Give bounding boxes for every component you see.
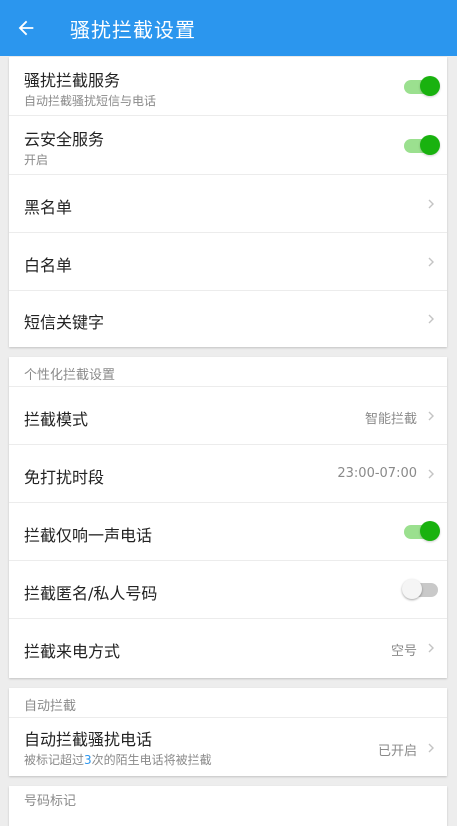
chevron-right-icon [428,643,434,653]
chevron-right-icon [428,743,434,753]
section-label: 自动拦截 [24,699,77,714]
auto-intercept-card: 自动拦截 自动拦截骚扰电话 被标记超过3次的陌生电话将被拦截 已开启 [9,688,447,776]
intercept-mode-row[interactable]: 拦截模式 智能拦截 [9,387,447,445]
row-title: 自动拦截骚扰电话 [24,730,153,749]
row-subtitle: 开启 [24,153,49,167]
row-value: 已开启 [377,744,417,759]
one-ring-call-row[interactable]: 拦截仅响一声电话 [9,503,447,561]
row-title: 拦截来电方式 [24,642,121,661]
chevron-right-icon [428,469,434,479]
toggle-knob [420,76,440,96]
cloud-security-row[interactable]: 云安全服务 开启 [9,116,447,175]
chevron-right-icon [428,199,434,209]
anonymous-number-toggle[interactable] [402,579,438,599]
row-value: 空号 [390,644,417,659]
section-header: 自动拦截 [9,688,447,718]
number-mark-card: 号码标记 [9,786,447,826]
blacklist-row[interactable]: 黑名单 [9,175,447,233]
incoming-call-method-row[interactable]: 拦截来电方式 空号 [9,619,447,677]
anonymous-number-row[interactable]: 拦截匿名/私人号码 [9,561,447,619]
chevron-right-icon [428,314,434,324]
row-title: 云安全服务 [24,130,105,149]
page-title: 骚扰拦截设置 [70,17,196,42]
subtitle-prefix: 被标记超过 [24,753,85,767]
back-button[interactable] [0,0,52,56]
chevron-right-icon [428,411,434,421]
section-label: 个性化拦截设置 [24,368,116,383]
chevron-right-icon [428,257,434,267]
arrow-back-icon [18,20,34,36]
one-ring-call-toggle[interactable] [404,521,440,541]
toggle-knob [402,579,422,599]
section-header: 个性化拦截设置 [9,357,447,387]
row-value: 智能拦截 [364,412,417,427]
row-title: 骚扰拦截服务 [24,71,121,90]
cloud-security-toggle[interactable] [404,135,440,155]
row-title: 白名单 [24,256,73,275]
row-title: 免打扰时段 [24,468,105,487]
app-bar: 骚扰拦截设置 [0,0,457,56]
whitelist-row[interactable]: 白名单 [9,233,447,291]
personalized-settings-card: 个性化拦截设置 拦截模式 智能拦截 免打扰时段 23:00-07:00 拦截仅响… [9,357,447,678]
row-title: 短信关键字 [24,313,105,332]
toggle-knob [420,135,440,155]
row-subtitle: 自动拦截骚扰短信与电话 [24,94,157,108]
do-not-disturb-row[interactable]: 免打扰时段 23:00-07:00 [9,445,447,503]
auto-intercept-row[interactable]: 自动拦截骚扰电话 被标记超过3次的陌生电话将被拦截 已开启 [9,718,447,777]
main-settings-card: 骚扰拦截服务 自动拦截骚扰短信与电话 云安全服务 开启 黑名单 白名单 短信关键… [9,57,447,347]
row-title: 拦截仅响一声电话 [24,526,153,545]
toggle-knob [420,521,440,541]
row-title: 黑名单 [24,198,73,217]
subtitle-suffix: 次的陌生电话将被拦截 [91,753,212,767]
sms-keywords-row[interactable]: 短信关键字 [9,291,447,347]
row-value: 23:00-07:00 [337,466,417,481]
row-subtitle: 被标记超过3次的陌生电话将被拦截 [24,751,212,768]
mark-count: 3 [84,753,92,767]
harass-intercept-toggle[interactable] [404,76,440,96]
row-title: 拦截模式 [24,410,89,429]
row-title: 拦截匿名/私人号码 [24,584,158,603]
harass-intercept-service-row[interactable]: 骚扰拦截服务 自动拦截骚扰短信与电话 [9,57,447,116]
